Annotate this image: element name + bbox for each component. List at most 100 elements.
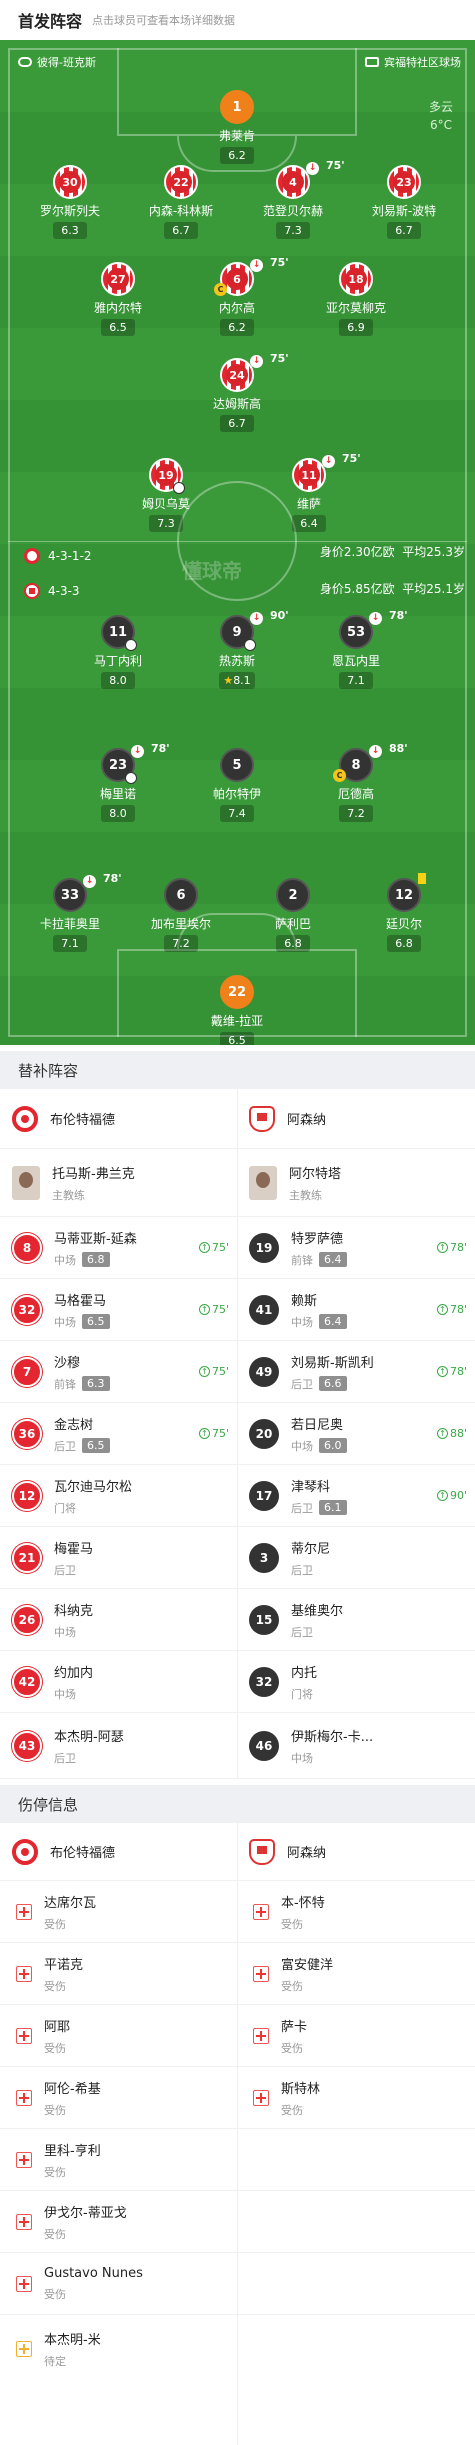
sub-out-icon: ↓ bbox=[131, 745, 144, 758]
home-player-4[interactable]: 4 ↓ 75' 范登贝尔赫 7.3 bbox=[238, 159, 348, 239]
home-injury[interactable]: 伊戈尔-蒂亚戈 受伤 bbox=[12, 2191, 237, 2252]
player-rating: 7.1 bbox=[53, 935, 87, 952]
player-name: 达席尔瓦 bbox=[44, 1895, 97, 1911]
sub-minute: 78' bbox=[449, 1241, 467, 1254]
away-sub[interactable]: 49 刘易斯-斯凯利 后卫 6.6 ↑ 78' bbox=[249, 1341, 475, 1402]
injury-status: 受伤 bbox=[44, 2227, 66, 2241]
sub-in: ↑ 78' bbox=[436, 1303, 467, 1316]
away-injury[interactable]: 富安健洋 受伤 bbox=[249, 1943, 475, 2004]
home-injury[interactable]: Gustavo Nunes 受伤 bbox=[12, 2253, 237, 2314]
captain-icon: C bbox=[214, 283, 227, 296]
home-sub[interactable]: 7 沙穆 前锋 6.3 ↑ 75' bbox=[12, 1341, 237, 1402]
home-player-11[interactable]: 11 ↓ 75' 维萨 6.4 bbox=[254, 452, 364, 532]
player-name: 卡拉菲奥里 bbox=[39, 917, 100, 931]
away-player-10[interactable]: 12 廷贝尔 6.8 bbox=[349, 873, 459, 952]
home-sub[interactable]: 8 马蒂亚斯-延森 中场 6.8 ↑ 75' bbox=[12, 1217, 237, 1278]
shirt-number: 23 bbox=[108, 757, 128, 773]
home-player-3[interactable]: 22 内森-科林斯 6.7 bbox=[126, 165, 236, 239]
player-name: 约加内 bbox=[54, 1665, 94, 1681]
home-player-7[interactable]: 6 C ↓ 75' 内尔高 6.2 bbox=[182, 256, 292, 336]
away-sub[interactable]: 46 伊斯梅尔-卡... 中场 bbox=[249, 1713, 475, 1778]
away-sub[interactable]: 15 基维奥尔 后卫 bbox=[249, 1589, 475, 1650]
shirt-number: 8 bbox=[12, 1232, 42, 1263]
home-injury[interactable]: 里科-亨利 受伤 bbox=[12, 2129, 237, 2190]
home-sub[interactable]: 42 约加内 中场 bbox=[12, 1651, 237, 1712]
away-player-8[interactable]: 6 加布里埃尔 7.2 bbox=[126, 878, 236, 952]
home-player-9[interactable]: 24 ↓ 75' 达姆斯高 6.7 bbox=[182, 352, 292, 432]
home-injury[interactable]: 平诺克 受伤 bbox=[12, 1943, 237, 2004]
injury-status: 受伤 bbox=[281, 2103, 303, 2117]
sub-row: 8 马蒂亚斯-延森 中场 6.8 ↑ 75' 19 特罗萨德 前锋 6.4 ↑ 78' bbox=[0, 1217, 475, 1279]
away-player-9[interactable]: 2 萨利巴 6.8 bbox=[238, 878, 348, 952]
player-name: 帕尔特伊 bbox=[212, 787, 261, 801]
home-sub[interactable]: 12 瓦尔迪马尔松 门将 bbox=[12, 1465, 237, 1526]
team-name: 布伦特福德 bbox=[50, 1846, 116, 1861]
player-name: 科纳克 bbox=[54, 1603, 94, 1619]
away-sub[interactable]: 19 特罗萨德 前锋 6.4 ↑ 78' bbox=[249, 1217, 475, 1278]
away-player-11[interactable]: 22 戴维-拉亚 6.5 bbox=[182, 975, 292, 1045]
home-sub[interactable]: 36 金志树 后卫 6.5 ↑ 75' bbox=[12, 1403, 237, 1464]
shirt-number: 1 bbox=[232, 99, 242, 115]
sub-minute: 78' bbox=[449, 1303, 467, 1316]
away-injury[interactable]: 斯特林 受伤 bbox=[249, 2067, 475, 2128]
player-rating: 7.2 bbox=[339, 805, 373, 822]
sub-row: 12 瓦尔迪马尔松 门将 17 津琴科 后卫 6.1 ↑ 90' bbox=[0, 1465, 475, 1527]
shirt-number: 7 bbox=[12, 1356, 42, 1387]
brentford-crest-icon bbox=[12, 1105, 38, 1132]
player-name: 马丁内利 bbox=[93, 654, 142, 668]
home-injury[interactable]: 达席尔瓦 受伤 bbox=[12, 1881, 237, 1942]
away-sub[interactable]: 41 赖斯 中场 6.4 ↑ 78' bbox=[249, 1279, 475, 1340]
home-player-1[interactable]: 1 弗莱肯 6.2 bbox=[182, 90, 292, 164]
injury-row: 达席尔瓦 受伤 本-怀特 受伤 bbox=[0, 1881, 475, 1943]
away-sub[interactable]: 3 蒂尔尼 后卫 bbox=[249, 1527, 475, 1588]
away-injury[interactable]: 萨卡 受伤 bbox=[249, 2005, 475, 2066]
away-coach[interactable]: 阿尔特塔 主教练 bbox=[249, 1149, 475, 1216]
player-rating: ★8.1 bbox=[219, 672, 255, 689]
away-player-2[interactable]: 9 ↓ 90' 热苏斯 ★8.1 bbox=[182, 609, 292, 689]
player-name: 姆贝乌莫 bbox=[141, 497, 190, 511]
home-injury[interactable]: 阿耶 受伤 bbox=[12, 2005, 237, 2066]
home-player-8[interactable]: 18 亚尔莫柳克 6.9 bbox=[301, 262, 411, 336]
sub-minute: 75' bbox=[211, 1241, 229, 1254]
home-sub[interactable]: 32 马格霍马 中场 6.5 ↑ 75' bbox=[12, 1279, 237, 1340]
injury-row: 伊戈尔-蒂亚戈 受伤 bbox=[0, 2191, 475, 2253]
home-injury[interactable]: 阿伦-希基 受伤 bbox=[12, 2067, 237, 2128]
rating-value: 8.1 bbox=[233, 674, 251, 687]
home-injury[interactable]: 本杰明-米 待定 bbox=[12, 2315, 237, 2383]
away-player-3[interactable]: 53 ↓ 78' 恩瓦内里 7.1 bbox=[301, 609, 411, 689]
home-sub[interactable]: 43 本杰明-阿瑟 后卫 bbox=[12, 1713, 237, 1778]
captain-icon: C bbox=[333, 769, 346, 782]
section-title-lineup: 首发阵容 bbox=[18, 12, 83, 31]
home-player-5[interactable]: 23 刘易斯-波特 6.7 bbox=[349, 165, 459, 239]
sub-in: ↑ 75' bbox=[198, 1427, 229, 1440]
away-injury[interactable]: 本-怀特 受伤 bbox=[249, 1881, 475, 1942]
away-sub[interactable]: 17 津琴科 后卫 6.1 ↑ 90' bbox=[249, 1465, 475, 1526]
away-player-5[interactable]: 5 帕尔特伊 7.4 bbox=[182, 748, 292, 822]
player-name: 基维奥尔 bbox=[291, 1603, 344, 1619]
home-player-10[interactable]: 19 姆贝乌莫 7.3 bbox=[111, 458, 221, 532]
home-sub[interactable]: 26 科纳克 中场 bbox=[12, 1589, 237, 1650]
away-player-1[interactable]: 11 马丁内利 8.0 bbox=[63, 615, 173, 689]
shirt-number: 15 bbox=[249, 1604, 279, 1635]
home-coach[interactable]: 托马斯-弗兰克 主教练 bbox=[12, 1149, 237, 1216]
shirt-number: 19 bbox=[249, 1232, 279, 1263]
player-name: 内托 bbox=[291, 1665, 318, 1681]
player-rating: 7.3 bbox=[276, 222, 310, 239]
medical-cross-icon bbox=[253, 2089, 269, 2106]
player-rating: 8.0 bbox=[101, 672, 135, 689]
brentford-crest-icon bbox=[24, 548, 40, 564]
away-player-6[interactable]: 8 C ↓ 88' 厄德高 7.2 bbox=[301, 742, 411, 822]
injury-status: 受伤 bbox=[44, 2103, 66, 2117]
weather-label: 多云 bbox=[428, 100, 453, 114]
away-sub[interactable]: 20 若日尼奥 中场 6.0 ↑ 88' bbox=[249, 1403, 475, 1464]
home-player-6[interactable]: 27 雅内尔特 6.5 bbox=[63, 262, 173, 336]
home-player-2[interactable]: 30 罗尔斯列夫 6.3 bbox=[15, 165, 125, 239]
home-sub[interactable]: 21 梅霍马 后卫 bbox=[12, 1527, 237, 1588]
away-sub[interactable]: 32 内托 门将 bbox=[249, 1651, 475, 1712]
shirt-number: 24 bbox=[226, 364, 248, 386]
player-name: 厄德高 bbox=[337, 787, 374, 801]
away-player-7[interactable]: 33 ↓ 78' 卡拉菲奥里 7.1 bbox=[15, 872, 125, 952]
sub-minute: 88' bbox=[389, 742, 408, 755]
shirt-number: 21 bbox=[12, 1542, 42, 1573]
away-player-4[interactable]: 23 ↓ 78' 梅里诺 8.0 bbox=[63, 742, 173, 822]
